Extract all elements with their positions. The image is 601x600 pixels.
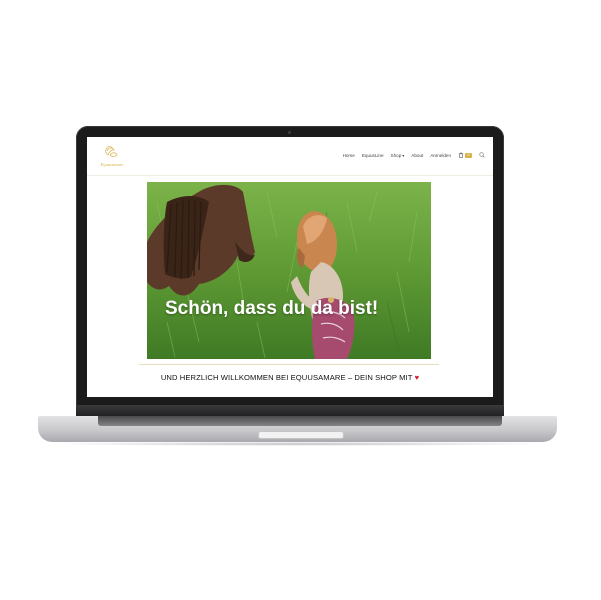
laptop-bezel: Equusamare Home EquusLine Shop ▾ About A…	[76, 126, 504, 406]
logo-text: Equusamare	[99, 162, 123, 167]
laptop-screen: Equusamare Home EquusLine Shop ▾ About A…	[87, 137, 493, 397]
nav-equusline[interactable]: EquusLine	[362, 153, 384, 158]
chevron-down-icon: ▾	[402, 152, 405, 158]
logo-icon: Equusamare	[99, 146, 124, 167]
camera	[288, 131, 291, 134]
nav-shop-label: Shop	[390, 152, 402, 158]
nav-about[interactable]: About	[411, 153, 423, 158]
hero-headline: Schön, dass du da bist!	[165, 298, 379, 319]
keyboard-edge	[98, 416, 502, 426]
welcome-text: UND HERZLICH WILLKOMMEN BEI EQUUSAMARE –…	[160, 373, 413, 382]
hero-image	[147, 182, 431, 359]
cart-count-badge: 0	[465, 152, 472, 158]
shopping-bag-icon	[458, 152, 464, 158]
heart-icon: ♥	[414, 373, 420, 382]
divider	[139, 364, 439, 365]
laptop-shadow	[40, 442, 555, 446]
main-nav: Home EquusLine Shop ▾ About Anmelden 0	[343, 152, 485, 158]
welcome-heading: UND HERZLICH WILLKOMMEN BEI EQUUSAMARE –…	[87, 373, 493, 382]
hero-banner[interactable]: Schön, dass du da bist!	[147, 182, 431, 359]
cart-button[interactable]: 0	[458, 152, 472, 158]
logo[interactable]: Equusamare	[97, 144, 127, 170]
nav-anmelden[interactable]: Anmelden	[430, 153, 451, 158]
site-header: Equusamare Home EquusLine Shop ▾ About A…	[87, 137, 493, 176]
search-icon[interactable]	[479, 152, 485, 158]
trackpad-notch	[258, 431, 344, 439]
nav-home[interactable]: Home	[343, 153, 355, 158]
nav-shop[interactable]: Shop ▾	[391, 153, 405, 158]
